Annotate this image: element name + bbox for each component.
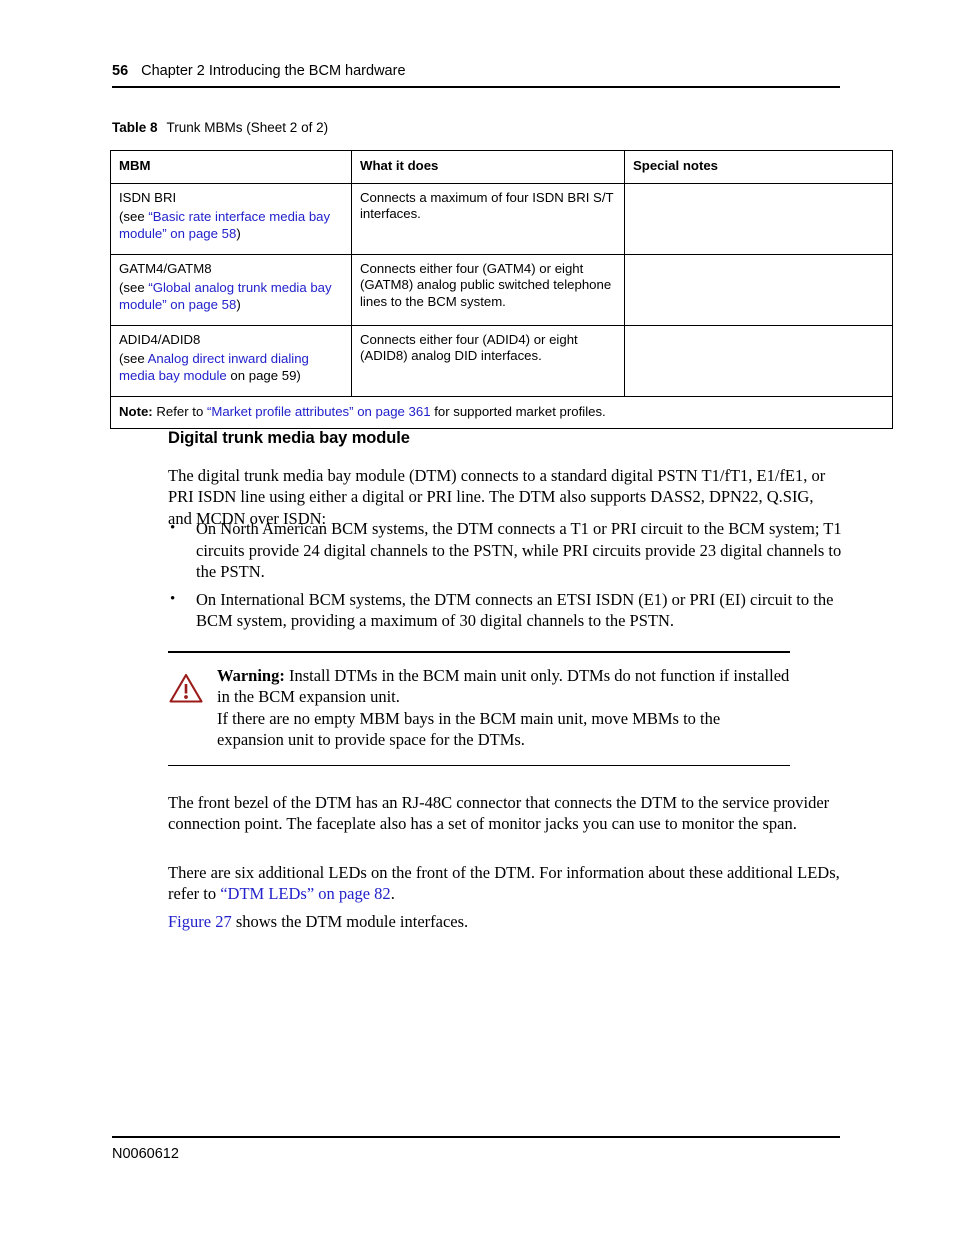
figure-reference-link[interactable]: Figure 27	[168, 912, 232, 931]
note-text-before: Refer to	[152, 403, 207, 419]
list-item-text: On International BCM systems, the DTM co…	[196, 589, 834, 631]
warning-triangle-icon	[168, 665, 208, 709]
mbm-name: ISDN BRI	[119, 189, 177, 205]
cell-mbm-name: ADID4/ADID8 (see Analog direct inward di…	[110, 324, 352, 397]
table-note-cell: Note: Refer to “Market profile attribute…	[110, 395, 893, 429]
what-it-does-text: Connects either four (GATM4) or eight (G…	[360, 260, 612, 309]
figure-text-after: shows the DTM module interfaces.	[231, 911, 469, 931]
warning-bottom-rule	[168, 764, 790, 767]
table-caption-text: Trunk MBMs (Sheet 2 of 2)	[166, 120, 329, 135]
warning-text: Warning: Install DTMs in the BCM main un…	[208, 665, 790, 751]
table-row: GATM4/GATM8 (see “Global analog trunk me…	[110, 253, 893, 326]
cell-special-notes	[624, 253, 893, 326]
table-row: ADID4/ADID8 (see Analog direct inward di…	[110, 324, 893, 397]
ref-prefix: (see	[119, 209, 149, 224]
cell-what-it-does: Connects a maximum of four ISDN BRI S/T …	[351, 182, 625, 255]
list-item: • On International BCM systems, the DTM …	[168, 589, 844, 632]
cell-special-notes	[624, 182, 893, 255]
cell-what-it-does: Connects either four (ADID4) or eight (A…	[351, 324, 625, 397]
ref-suffix: )	[236, 296, 241, 312]
mbm-reference: (see Analog direct inward dialing media …	[119, 351, 343, 384]
bullet-list: • On North American BCM systems, the DTM…	[168, 518, 844, 638]
ref-prefix: (see	[119, 280, 149, 295]
table-caption: Table 8 Trunk MBMs (Sheet 2 of 2)	[112, 119, 328, 136]
leds-text-after: .	[390, 884, 395, 903]
footer-rule	[112, 1136, 840, 1138]
list-item-text: On North American BCM systems, the DTM c…	[196, 519, 842, 581]
what-it-does-text: Connects a maximum of four ISDN BRI S/T …	[360, 189, 614, 222]
mbm-reference: (see “Basic rate interface media bay mod…	[119, 209, 343, 242]
ref-suffix: on page 59)	[226, 367, 301, 383]
table-caption-label: Table 8	[112, 120, 158, 135]
table-header-row: MBM What it does Special notes	[110, 150, 893, 184]
what-it-does-text: Connects either four (ADID4) or eight (A…	[360, 331, 578, 364]
list-item: • On North American BCM systems, the DTM…	[168, 518, 844, 583]
running-header: 56 Chapter 2 Introducing the BCM hardware	[112, 62, 840, 80]
document-number: N0060612	[112, 1146, 179, 1162]
cross-reference-link[interactable]: “Market profile attributes” on page 361	[207, 404, 431, 419]
warning-admonition: Warning: Install DTMs in the BCM main un…	[168, 651, 790, 767]
trunk-mbms-table: MBM What it does Special notes ISDN BRI …	[110, 150, 893, 429]
table-row: ISDN BRI (see “Basic rate interface medi…	[110, 182, 893, 255]
cell-what-it-does: Connects either four (GATM4) or eight (G…	[351, 253, 625, 326]
bullet-icon: •	[170, 590, 176, 607]
column-header-mbm: MBM	[110, 150, 352, 184]
document-page: 56 Chapter 2 Introducing the BCM hardware…	[0, 0, 954, 1235]
column-header-special-notes: Special notes	[624, 150, 893, 184]
warning-line-2: If there are no empty MBM bays in the BC…	[217, 708, 721, 750]
cell-mbm-name: ISDN BRI (see “Basic rate interface medi…	[110, 182, 352, 255]
cross-reference-link[interactable]: “Global analog trunk media bay module” o…	[119, 280, 332, 312]
cell-mbm-name: GATM4/GATM8 (see “Global analog trunk me…	[110, 253, 352, 326]
note-text-after: for supported market profiles.	[430, 403, 606, 419]
ref-suffix: )	[236, 225, 241, 241]
column-header-what-it-does: What it does	[351, 150, 625, 184]
leds-paragraph: There are six additional LEDs on the fro…	[168, 862, 840, 905]
bezel-paragraph: The front bezel of the DTM has an RJ-48C…	[168, 792, 830, 834]
ref-prefix: (see	[119, 351, 148, 366]
cross-reference-link[interactable]: “Basic rate interface media bay module” …	[119, 209, 330, 241]
warning-line-1: Install DTMs in the BCM main unit only. …	[217, 665, 790, 707]
page-number: 56	[112, 63, 129, 79]
header-rule	[112, 86, 840, 88]
mbm-name: ADID4/ADID8	[119, 331, 201, 347]
warning-label: Warning:	[217, 665, 285, 685]
note-label: Note:	[119, 403, 153, 419]
mbm-reference: (see “Global analog trunk media bay modu…	[119, 280, 343, 313]
bullet-icon: •	[170, 520, 176, 536]
figure-paragraph: Figure 27 shows the DTM module interface…	[168, 911, 840, 933]
mbm-name: GATM4/GATM8	[119, 260, 212, 276]
page-title: Digital trunk media bay module	[168, 428, 410, 447]
table-note-row: Note: Refer to “Market profile attribute…	[110, 395, 893, 429]
cell-special-notes	[624, 324, 893, 397]
chapter-title: Chapter 2 Introducing the BCM hardware	[141, 63, 406, 79]
cross-reference-link[interactable]: “DTM LEDs” on page 82	[220, 884, 390, 903]
